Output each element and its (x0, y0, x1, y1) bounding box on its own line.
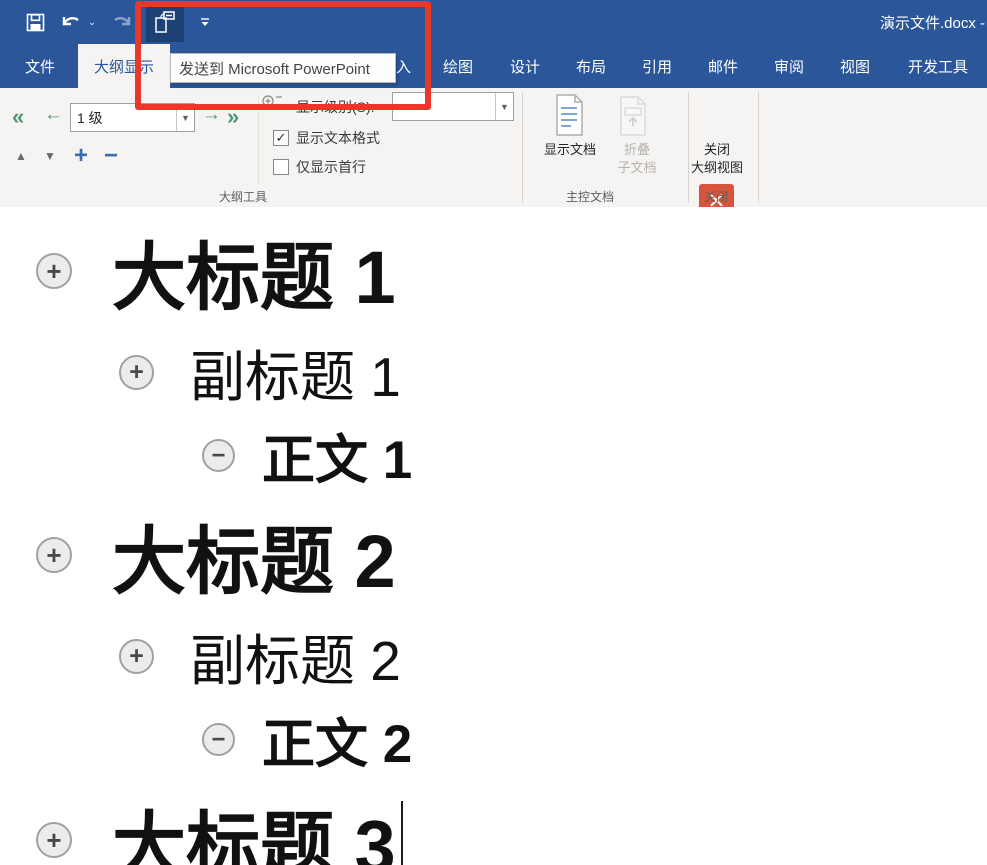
tooltip-text: 发送到 Microsoft PowerPoint (179, 60, 370, 78)
send-to-powerpoint-tooltip: 发送到 Microsoft PowerPoint (170, 53, 396, 83)
tab-邮件[interactable]: 邮件 (708, 44, 738, 88)
title-bar: ⌄ 演示文件.docx - (0, 0, 987, 44)
expand-plus-icon[interactable]: + (36, 822, 72, 858)
close-group-label: 关闭 (703, 190, 729, 204)
send-to-powerpoint-button[interactable] (146, 3, 184, 42)
outline-level-value: 1 级 (77, 109, 103, 126)
ribbon: « ← 1 级 ▼ → » ▲ ▼ + − 显示级别(S): ▼ ✓ 显示文本格… (0, 88, 987, 219)
undo-dropdown-icon[interactable]: ⌄ (86, 0, 98, 44)
show-document-button[interactable] (553, 94, 585, 141)
outline-text[interactable]: 大标题 2 (112, 502, 396, 609)
move-up-button[interactable]: ▲ (15, 149, 27, 163)
group-divider (758, 92, 759, 203)
undo-icon[interactable] (58, 0, 86, 44)
tab-引用[interactable]: 引用 (642, 44, 672, 88)
show-text-formatting-checkbox[interactable]: ✓ (273, 130, 289, 146)
expand-plus-icon[interactable]: + (119, 638, 154, 674)
demote-to-body-button[interactable]: » (227, 104, 239, 130)
chevron-down-icon[interactable]: ▼ (176, 104, 194, 131)
collapse-subdocuments-button[interactable] (618, 96, 648, 141)
redo-icon[interactable] (108, 0, 136, 44)
tab-设计[interactable]: 设计 (510, 44, 540, 88)
show-first-line-only-checkbox-row: 仅显示首行 (273, 157, 366, 177)
outline-text[interactable]: 副标题 1 (190, 332, 401, 412)
window-title: 演示文件.docx - (879, 14, 985, 32)
show-level-dropdown[interactable]: ▼ (392, 92, 514, 121)
show-document-label: 显示文档 (543, 142, 597, 157)
outline-level-dropdown[interactable]: 1 级 ▼ (70, 103, 195, 132)
close-outline-label-line2: 大纲视图 (690, 160, 744, 175)
save-icon[interactable] (23, 0, 47, 44)
tab-绘图[interactable]: 绘图 (443, 44, 473, 88)
demote-button[interactable]: → (202, 104, 221, 126)
collapse-subdocuments-label-line2: 子文档 (617, 160, 657, 175)
expand-plus-icon[interactable]: + (119, 354, 154, 390)
close-outline-label-line1: 关闭 (703, 142, 731, 157)
outline-item: − 正文 1 (202, 421, 412, 490)
tab-开发工具[interactable]: 开发工具 (908, 44, 968, 88)
promote-to-heading1-button[interactable]: « (12, 104, 24, 130)
chevron-down-icon[interactable]: ▼ (495, 93, 513, 120)
expand-plus-icon[interactable]: + (36, 253, 72, 289)
text-cursor (400, 801, 403, 865)
send-to-powerpoint-icon (155, 10, 175, 33)
master-document-group-label: 主控文档 (565, 190, 615, 204)
collapse-subdocuments-icon (620, 96, 646, 136)
outline-item: + 副标题 1 (119, 336, 401, 408)
show-level-label: 显示级别(S): (296, 99, 375, 115)
outline-item: + 副标题 2 (119, 620, 401, 692)
show-text-formatting-label: 显示文本格式 (296, 130, 380, 146)
outline-text[interactable]: 副标题 2 (190, 616, 401, 696)
ribbon-tab-row: 文件 大纲显示 入绘图 设计 布局 引用 邮件 审阅 视图 开发工具 (0, 44, 987, 88)
outline-text[interactable]: 大标题 3 (112, 787, 396, 865)
expand-button[interactable]: + (74, 144, 88, 168)
outline-text[interactable]: 大标题 1 (112, 218, 396, 325)
outline-text[interactable]: 正文 1 (262, 418, 412, 494)
outline-text[interactable]: 正文 2 (262, 702, 412, 778)
outline-tools-group-label: 大纲工具 (218, 190, 268, 204)
tab-布局[interactable]: 布局 (576, 44, 606, 88)
outline-item: + 大标题 1 (36, 223, 396, 319)
tab-文件[interactable]: 文件 (25, 44, 55, 88)
collapse-minus-icon[interactable]: − (202, 439, 235, 472)
collapse-subdocuments-label-line1: 折叠 (623, 142, 651, 157)
document-outline-canvas[interactable]: + 大标题 1 + 副标题 1− 正文 1 + 大标题 2 + 副标题 2− 正文 2 + 大标题 3 (0, 207, 987, 865)
show-document-icon (556, 94, 583, 136)
outline-item: + 大标题 2 (36, 507, 396, 603)
collapse-button[interactable]: − (104, 144, 118, 168)
collapse-minus-icon[interactable]: − (202, 723, 235, 756)
show-level-icon (262, 94, 284, 112)
tab-审阅[interactable]: 审阅 (774, 44, 804, 88)
show-first-line-only-checkbox[interactable] (273, 159, 289, 175)
word-window: ⌄ 演示文件.docx - 文件 大纲显示入绘图 设计 布局 引用 邮件 审阅 视图 开发工具 … (0, 0, 987, 865)
outline-item: − 正文 2 (202, 705, 412, 774)
tab-入[interactable]: 入 (396, 44, 411, 88)
show-text-formatting-checkbox-row: ✓ 显示文本格式 (273, 128, 380, 148)
outline-item: + 大标题 3 (36, 792, 403, 865)
promote-button[interactable]: ← (44, 104, 63, 126)
group-divider (688, 92, 689, 203)
subgroup-divider (258, 94, 259, 184)
customize-quick-access-toolbar-icon[interactable] (196, 0, 214, 44)
tab-大纲显示[interactable]: 大纲显示 (78, 44, 170, 88)
move-down-button[interactable]: ▼ (44, 149, 56, 163)
show-first-line-only-label: 仅显示首行 (296, 159, 366, 175)
expand-plus-icon[interactable]: + (36, 537, 72, 573)
tab-视图[interactable]: 视图 (840, 44, 870, 88)
group-divider (522, 92, 523, 203)
